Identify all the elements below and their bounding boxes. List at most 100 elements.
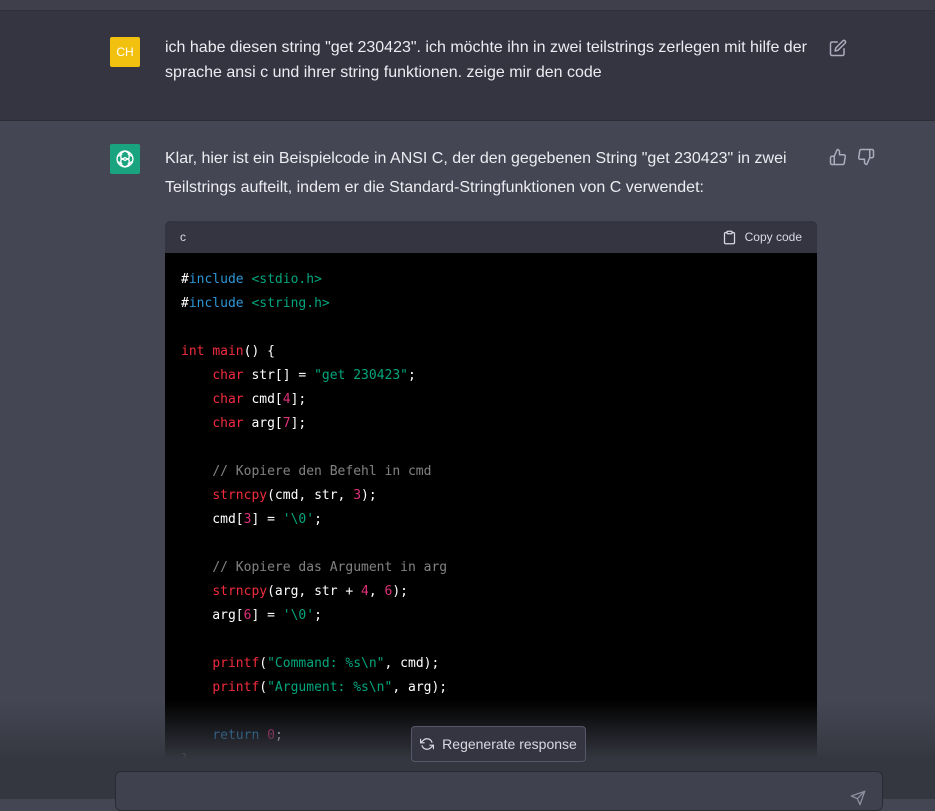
code-line: strncpy(cmd, str, 3);	[181, 484, 801, 508]
code-token: <string.h>	[251, 296, 330, 311]
code-token: strncpy	[212, 488, 268, 503]
code-token: (cmd, str,	[267, 488, 354, 503]
user-avatar-initials: CH	[116, 45, 134, 59]
code-token: str[] =	[243, 368, 315, 383]
code-token: arg[	[181, 608, 244, 623]
code-token: arg[	[243, 416, 283, 431]
code-token: ];	[290, 416, 307, 431]
code-token: () {	[243, 344, 275, 359]
code-token: include	[188, 272, 244, 287]
code-token: #	[181, 272, 189, 287]
code-token: 3	[353, 488, 362, 503]
code-token: cmd[	[181, 512, 244, 527]
code-line: #include <string.h>	[181, 292, 801, 316]
code-token: '\0'	[282, 512, 315, 527]
code-token: char	[212, 416, 244, 431]
code-token: (	[259, 680, 268, 695]
code-token: char	[212, 368, 244, 383]
code-token: "get 230423"	[314, 368, 408, 383]
edit-button[interactable]	[829, 39, 847, 57]
code-token: printf	[212, 656, 260, 671]
thumbs-down-icon	[858, 148, 875, 166]
code-token: 7	[282, 416, 291, 431]
code-line: printf("Argument: %s\n", arg);	[181, 676, 801, 700]
assistant-message-text: Klar, hier ist ein Beispielcode in ANSI …	[165, 150, 787, 196]
code-token: int	[181, 344, 205, 359]
code-line: char cmd[4];	[181, 388, 801, 412]
code-block-header: c Copy code	[165, 221, 817, 253]
top-bar	[0, 0, 935, 11]
assistant-message-row: Klar, hier ist ein Beispielcode in ANSI …	[0, 121, 935, 799]
copy-code-button[interactable]: Copy code	[722, 230, 802, 245]
send-button[interactable]	[850, 790, 866, 806]
code-token: "Command: %s\n"	[267, 656, 385, 671]
code-line: arg[6] = '\0';	[181, 604, 801, 628]
refresh-icon	[420, 738, 435, 750]
code-token: strncpy	[212, 584, 268, 599]
user-avatar: CH	[110, 37, 140, 67]
message-input[interactable]	[128, 780, 832, 804]
code-token: ] =	[251, 512, 283, 527]
code-token: ] =	[251, 608, 283, 623]
code-token: '\0'	[282, 608, 315, 623]
edit-icon	[829, 39, 847, 57]
thumbs-up-icon	[829, 148, 846, 166]
regenerate-response-button[interactable]: Regenerate response	[411, 726, 586, 762]
code-token: char	[212, 392, 244, 407]
code-language-label: c	[180, 230, 186, 244]
code-token: <stdio.h>	[251, 272, 322, 287]
code-token: ];	[290, 392, 307, 407]
code-token: ;	[314, 608, 322, 623]
code-token: printf	[212, 680, 260, 695]
code-line: // Kopiere das Argument in arg	[181, 556, 801, 580]
code-line: char str[] = "get 230423";	[181, 364, 801, 388]
code-token: ,	[368, 584, 385, 599]
code-token: // Kopiere das Argument in arg	[212, 560, 448, 575]
message-input-box	[115, 771, 883, 811]
code-token: 4	[361, 584, 369, 599]
code-line: char arg[7];	[181, 412, 801, 436]
thumbs-up-button[interactable]	[829, 148, 847, 166]
code-line: int main() {	[181, 340, 801, 364]
send-icon	[850, 790, 866, 806]
regenerate-response-label: Regenerate response	[442, 736, 577, 752]
code-token: // Kopiere den Befehl in cmd	[212, 464, 432, 479]
code-token: , cmd);	[384, 656, 440, 671]
code-token: "Argument: %s\n"	[267, 680, 393, 695]
thumbs-down-button[interactable]	[857, 148, 875, 166]
code-token: ;	[314, 512, 322, 527]
user-message-row: CH ich habe diesen string "get 230423". …	[0, 11, 935, 121]
clipboard-icon	[723, 230, 735, 244]
code-token: include	[188, 296, 244, 311]
code-token: (	[259, 656, 268, 671]
copy-code-label: Copy code	[744, 230, 802, 244]
user-message-text: ich habe diesen string "get 230423". ich…	[165, 39, 807, 81]
code-token: ;	[408, 368, 416, 383]
assistant-avatar	[110, 144, 140, 174]
code-line: // Kopiere den Befehl in cmd	[181, 460, 801, 484]
code-token: );	[361, 488, 377, 503]
code-line: strncpy(arg, str + 4, 6);	[181, 580, 801, 604]
code-token: (arg, str +	[267, 584, 362, 599]
code-token: #	[181, 296, 189, 311]
code-token: , arg);	[392, 680, 448, 695]
openai-logo-icon	[116, 150, 134, 168]
code-token: cmd[	[243, 392, 283, 407]
code-line: printf("Command: %s\n", cmd);	[181, 652, 801, 676]
code-token: 4	[282, 392, 291, 407]
code-token: );	[392, 584, 408, 599]
code-token: main	[212, 344, 244, 359]
